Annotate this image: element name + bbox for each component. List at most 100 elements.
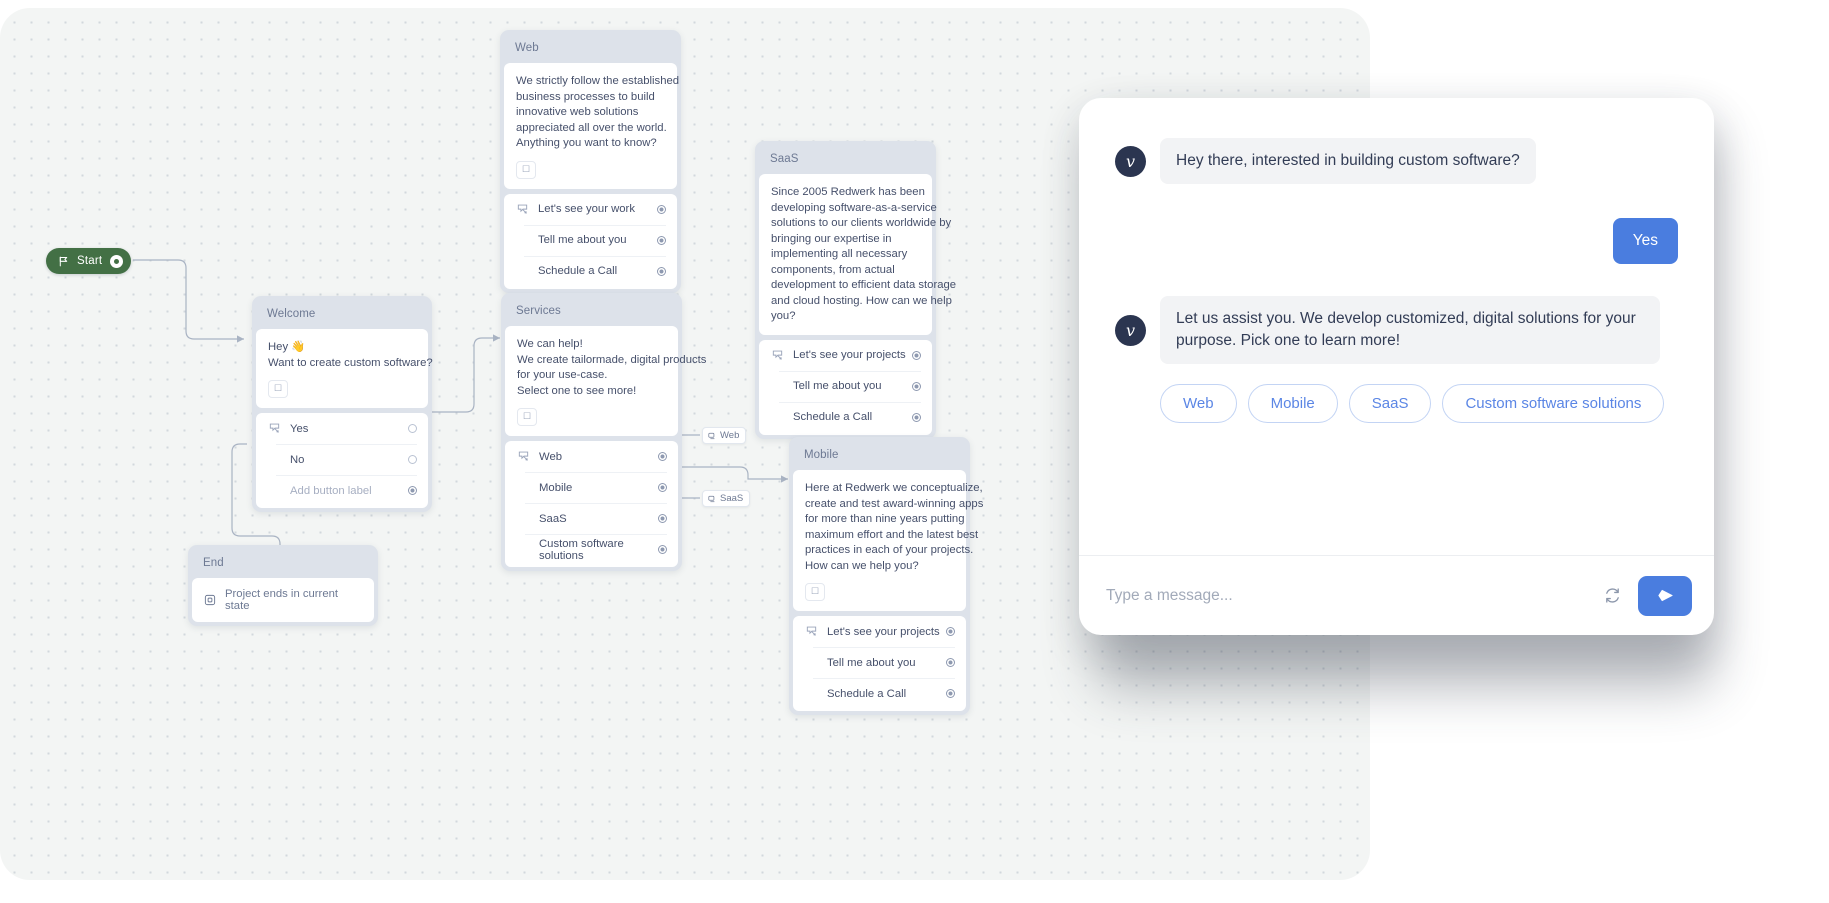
- node-button-row[interactable]: Let's see your projects: [759, 340, 932, 371]
- node-button-port[interactable]: [408, 424, 417, 433]
- node-message: We can help! We create tailormade, digit…: [505, 326, 707, 436]
- message-line: developing software-as-a-service: [771, 201, 937, 214]
- pointer-icon: [806, 626, 817, 636]
- emoji-picker-icon[interactable]: ☐: [805, 583, 825, 601]
- pointer-icon: [269, 423, 280, 433]
- quick-reply-mobile[interactable]: Mobile: [1247, 384, 1338, 423]
- node-button-row[interactable]: Custom software solutions: [505, 534, 678, 565]
- node-button-port[interactable]: [408, 455, 417, 464]
- chat-input[interactable]: [1106, 586, 1587, 605]
- node-button-row[interactable]: Tell me about you: [793, 647, 966, 678]
- node-title: Welcome: [267, 308, 316, 320]
- chat-bubble-text: Let us assist you. We develop customized…: [1160, 296, 1660, 364]
- node-title: Mobile: [804, 449, 839, 461]
- node-button-port[interactable]: [912, 412, 921, 422]
- message-line: and cloud hosting. How can we help: [771, 294, 952, 307]
- quick-reply-web[interactable]: Web: [1160, 384, 1237, 423]
- pointer-icon: [517, 204, 528, 214]
- start-node[interactable]: Start: [46, 248, 132, 274]
- emoji-picker-icon[interactable]: ☐: [516, 160, 536, 179]
- node-button-row[interactable]: Tell me about you: [504, 224, 677, 256]
- send-button[interactable]: [1638, 575, 1692, 616]
- node-button-label: No: [290, 453, 305, 466]
- node-message: Here at Redwerk we conceptualize, create…: [793, 470, 984, 611]
- node-button-label: Let's see your projects: [827, 625, 940, 638]
- node-button-label: Mobile: [539, 481, 573, 494]
- node-button-label: Schedule a Call: [827, 687, 907, 700]
- quick-reply-custom-software-solutions[interactable]: Custom software solutions: [1442, 384, 1665, 423]
- node-button-row[interactable]: No: [256, 444, 428, 475]
- node-button-port[interactable]: [946, 627, 955, 636]
- message-line: create and test award-winning apps: [805, 497, 984, 510]
- node-message: Hey 👋 Want to create custom software? ☐: [256, 329, 433, 408]
- node-message-panel[interactable]: Here at Redwerk we conceptualize, create…: [793, 470, 984, 611]
- node-button-port[interactable]: [946, 689, 955, 698]
- message-line: Select one to see more!: [517, 384, 637, 397]
- node-button-row[interactable]: Yes: [256, 413, 428, 444]
- flow-node-end[interactable]: End Project ends in current state: [188, 545, 378, 626]
- node-button-row[interactable]: Web: [505, 441, 678, 472]
- emoji-picker-icon[interactable]: ☐: [268, 380, 288, 398]
- node-message: We strictly follow the established busin…: [504, 63, 679, 189]
- edge-chip-web[interactable]: Web: [702, 427, 747, 444]
- node-button-row[interactable]: Schedule a Call: [504, 255, 677, 287]
- flag-icon: [59, 256, 68, 266]
- node-button-label: Schedule a Call: [538, 265, 618, 277]
- pointer-icon: [772, 350, 783, 360]
- message-line: appreciated all over the world.: [516, 121, 667, 134]
- node-message-panel[interactable]: We strictly follow the established busin…: [504, 63, 679, 189]
- message-line: bringing our expertise in: [771, 232, 892, 245]
- node-button-row[interactable]: Let's see your work: [504, 194, 677, 225]
- start-node-port[interactable]: [110, 254, 124, 268]
- restart-icon[interactable]: [1603, 586, 1622, 605]
- node-button-label: Custom software solutions: [539, 537, 624, 562]
- edge-chip-label: SaaS: [720, 493, 744, 504]
- node-button-port[interactable]: [658, 545, 667, 554]
- flow-node-services[interactable]: Services We can help! We create tailorma…: [501, 293, 707, 571]
- node-button-label: Let's see your projects: [793, 349, 906, 361]
- node-message-panel[interactable]: We can help! We create tailormade, digit…: [505, 326, 707, 436]
- message-line: you?: [771, 310, 796, 322]
- node-title: End: [203, 557, 224, 569]
- node-button-port[interactable]: [657, 204, 666, 214]
- node-button-port[interactable]: [658, 452, 667, 461]
- flow-node-saas[interactable]: SaaS Since 2005 Redwerk has been develop…: [755, 141, 957, 439]
- node-message-panel[interactable]: Hey 👋 Want to create custom software? ☐: [256, 329, 433, 408]
- node-button-label: Tell me about you: [538, 234, 627, 246]
- flow-node-mobile[interactable]: Mobile Here at Redwerk we conceptualize,…: [789, 437, 984, 715]
- node-button-port[interactable]: [912, 350, 921, 360]
- node-button-row[interactable]: Mobile: [505, 472, 678, 503]
- node-button-port[interactable]: [658, 514, 667, 523]
- flow-node-welcome[interactable]: Welcome Hey 👋 Want to create custom soft…: [252, 296, 433, 512]
- node-button-row[interactable]: SaaS: [505, 503, 678, 534]
- message-line: development to efficient data storage: [771, 279, 957, 291]
- node-button-label: Let's see your work: [538, 203, 635, 215]
- avatar: v: [1115, 145, 1146, 177]
- app-root: Start Welcome Hey 👋 Want to create custo…: [0, 0, 1829, 903]
- message-line: innovative web solutions: [516, 106, 639, 118]
- message-line: Since 2005 Redwerk has been: [771, 186, 925, 198]
- node-button-row[interactable]: Schedule a Call: [793, 678, 966, 709]
- node-button-port[interactable]: [657, 266, 666, 276]
- node-add-button-row[interactable]: Add button label: [256, 475, 428, 506]
- message-line: We create tailormade, digital products: [517, 353, 707, 366]
- chat-message-list: v Hey there, interested in building cust…: [1079, 98, 1714, 555]
- node-button-label: SaaS: [539, 512, 567, 525]
- node-button-port[interactable]: [408, 486, 417, 495]
- edge-chip-label: Web: [720, 430, 740, 441]
- node-message-panel[interactable]: Since 2005 Redwerk has been developing s…: [759, 174, 957, 335]
- flow-node-web[interactable]: Web We strictly follow the established b…: [500, 30, 681, 293]
- node-button-row[interactable]: Let's see your projects: [793, 616, 966, 647]
- node-button-row[interactable]: Schedule a Call: [759, 401, 932, 433]
- node-button-row[interactable]: Tell me about you: [759, 370, 932, 402]
- edge-chip-saas[interactable]: SaaS: [702, 490, 751, 507]
- emoji-picker-icon[interactable]: ☐: [517, 408, 537, 426]
- node-button-port[interactable]: [946, 658, 955, 667]
- node-title: Services: [516, 305, 561, 317]
- node-button-port[interactable]: [657, 235, 666, 245]
- node-button-port[interactable]: [658, 483, 667, 492]
- end-state-panel: Project ends in current state: [192, 578, 374, 622]
- node-button-label: Tell me about you: [793, 380, 882, 392]
- node-button-port[interactable]: [912, 381, 921, 391]
- quick-reply-saas[interactable]: SaaS: [1348, 384, 1432, 423]
